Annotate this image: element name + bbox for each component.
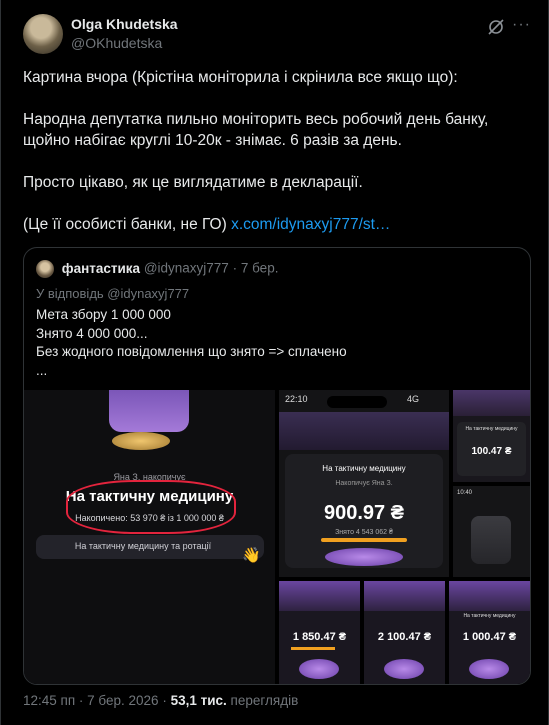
tweet-link[interactable]: x.com/idynaxyj777/st… <box>231 216 390 233</box>
avatar[interactable] <box>23 14 63 54</box>
jar-image <box>469 659 509 679</box>
quote-author-name[interactable]: фантастика <box>62 261 140 276</box>
quote-line: Знято 4 000 000... <box>36 325 148 341</box>
jar-tag-label: На тактичну медицину та ротації <box>74 541 212 551</box>
tile-amount: 1 850.47 ₴ <box>292 631 347 643</box>
tweet-paragraph: Народна депутатка пильно моніторить весь… <box>23 111 489 149</box>
quote-header: фантастика @idynaxyj777 · 7 бер. <box>36 260 278 278</box>
view-count: 53,1 тис. <box>170 693 227 708</box>
post-date[interactable]: 7 бер. 2026 <box>87 693 158 708</box>
tile-band <box>279 581 360 611</box>
tile-time: 10:40 <box>457 490 473 496</box>
quote-avatar[interactable] <box>36 260 54 278</box>
tile-amount: 2 100.47 ₴ <box>377 631 432 643</box>
tile-title: На тактичну медицину <box>465 426 518 432</box>
card-title: На тактичну медицину <box>322 464 406 473</box>
author-name[interactable]: Olga Khudetska <box>71 16 178 32</box>
annotation-mark <box>291 647 335 650</box>
tweet-paragraph: Картина вчора (Крістіна моніторила і скр… <box>23 69 458 86</box>
tile-band <box>449 581 530 611</box>
annotation-mark <box>66 480 236 534</box>
tweet-paragraph: (Це її особисті банки, не ГО) x.com/idyn… <box>23 214 531 235</box>
tweet-footer: 12:45 пп · 7 бер. 2026 · 53,1 тис. перег… <box>23 693 298 708</box>
quote-date[interactable]: 7 бер. <box>241 261 279 276</box>
card-amount: 900.97 ₴ <box>323 502 405 524</box>
separator: · <box>232 260 241 276</box>
tile-title: На тактичну медицину <box>463 613 516 619</box>
phone-top-band <box>279 412 449 450</box>
jar-image <box>384 659 424 679</box>
media-grid: Яна З. накопичує На тактичну медицину На… <box>24 390 530 684</box>
wave-emoji: 👋 <box>242 547 261 564</box>
tile-card: На тактичну медицину 100.47 ₴ <box>457 422 526 476</box>
separator: · <box>78 693 88 708</box>
jar-tag: На тактичну медицину та ротації <box>36 535 264 559</box>
card-owner: Накопичує Яна З. <box>335 480 393 487</box>
tile-band <box>364 581 445 611</box>
screenshot-tile: На тактичну медицину 100.47 ₴ <box>453 390 530 482</box>
views-label: переглядів <box>230 693 299 708</box>
quoted-tweet[interactable]: фантастика @idynaxyj777 · 7 бер. У відпо… <box>23 247 531 685</box>
screenshot-tile: На тактичну медицину 1 000.47 ₴ <box>449 581 530 684</box>
jar-image <box>471 516 511 564</box>
post-time[interactable]: 12:45 пп <box>23 693 75 708</box>
status-time: 22:10 <box>285 394 308 404</box>
tweet-paragraph: Просто цікаво, як це виглядатиме в декла… <box>23 174 363 191</box>
jar-image <box>109 390 189 432</box>
phone-screenshot: 22:10 4G На тактичну медицину Накопичує … <box>279 390 449 577</box>
tile-amount: 100.47 ₴ <box>471 446 512 457</box>
tweet-header: Olga Khudetska @OKhudetska ··· <box>23 14 531 54</box>
reply-to[interactable]: У відповідь @idynaxyj777 <box>36 286 189 301</box>
quote-text: Мета збору 1 000 000 Знято 4 000 000... … <box>36 306 347 380</box>
image-left[interactable]: Яна З. накопичує На тактичну медицину На… <box>24 390 275 684</box>
dynamic-island <box>327 396 387 408</box>
jar-image <box>325 548 403 566</box>
jar-image <box>299 659 339 679</box>
tile-amount: 1 000.47 ₴ <box>462 631 517 643</box>
screenshot-tile: 10:40 <box>453 486 530 577</box>
annotation-mark <box>321 538 407 542</box>
quote-author-handle[interactable]: @idynaxyj777 <box>144 261 229 276</box>
status-signal: 4G <box>407 394 420 404</box>
grok-icon[interactable] <box>487 18 505 36</box>
quote-line: Без жодного повідомлення що знято => спл… <box>36 344 347 359</box>
screenshot-tile: 2 100.47 ₴ <box>364 581 445 684</box>
author-handle[interactable]: @OKhudetska <box>71 35 162 51</box>
more-icon[interactable]: ··· <box>512 16 531 34</box>
card-withdrawn: Знято 4 543 062 ₴ <box>335 529 393 536</box>
coins-image <box>112 432 170 450</box>
quote-line: Мета збору 1 000 000 <box>36 307 171 322</box>
tweet-paragraph-text: (Це її особисті банки, не ГО) <box>23 216 232 233</box>
quote-line: ... <box>36 362 48 378</box>
tweet: Olga Khudetska @OKhudetska ··· Картина в… <box>0 0 549 725</box>
tile-band <box>453 390 530 416</box>
screenshot-tile: 1 850.47 ₴ <box>279 581 360 684</box>
image-right[interactable]: 22:10 4G На тактичну медицину Накопичує … <box>279 390 530 684</box>
jar-card: На тактичну медицину Накопичує Яна З. 90… <box>285 454 443 568</box>
separator: · <box>162 693 171 708</box>
tweet-text: Картина вчора (Крістіна моніторила і скр… <box>23 67 531 256</box>
